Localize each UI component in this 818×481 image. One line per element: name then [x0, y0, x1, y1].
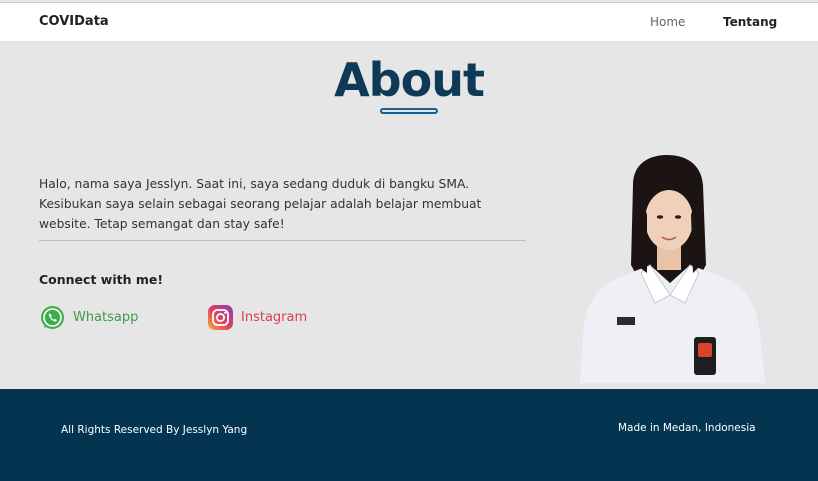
section-divider	[39, 240, 526, 241]
intro-paragraph: Halo, nama saya Jesslyn. Saat ini, saya …	[39, 177, 482, 231]
footer: All Rights Reserved By Jesslyn Yang Made…	[0, 389, 818, 481]
navbar: COVIData Home Tentang	[0, 2, 818, 41]
nav-tentang-link[interactable]: Tentang	[723, 15, 777, 29]
brand-logo[interactable]: COVIData	[39, 14, 109, 29]
whatsapp-label: Whatsapp	[73, 309, 139, 325]
footer-location: Made in Medan, Indonesia	[618, 422, 756, 434]
connect-heading: Connect with me!	[39, 272, 164, 287]
instagram-label: Instagram	[241, 309, 308, 325]
nav-home-link[interactable]: Home	[650, 15, 685, 29]
instagram-icon	[207, 304, 234, 331]
whatsapp-link[interactable]: Whatsapp	[39, 303, 138, 331]
title-underline	[380, 108, 438, 114]
profile-photo	[575, 155, 770, 383]
page-title: About	[334, 53, 485, 107]
footer-copyright: All Rights Reserved By Jesslyn Yang	[61, 424, 248, 436]
whatsapp-icon	[39, 304, 66, 331]
instagram-link[interactable]: Instagram	[207, 303, 307, 331]
